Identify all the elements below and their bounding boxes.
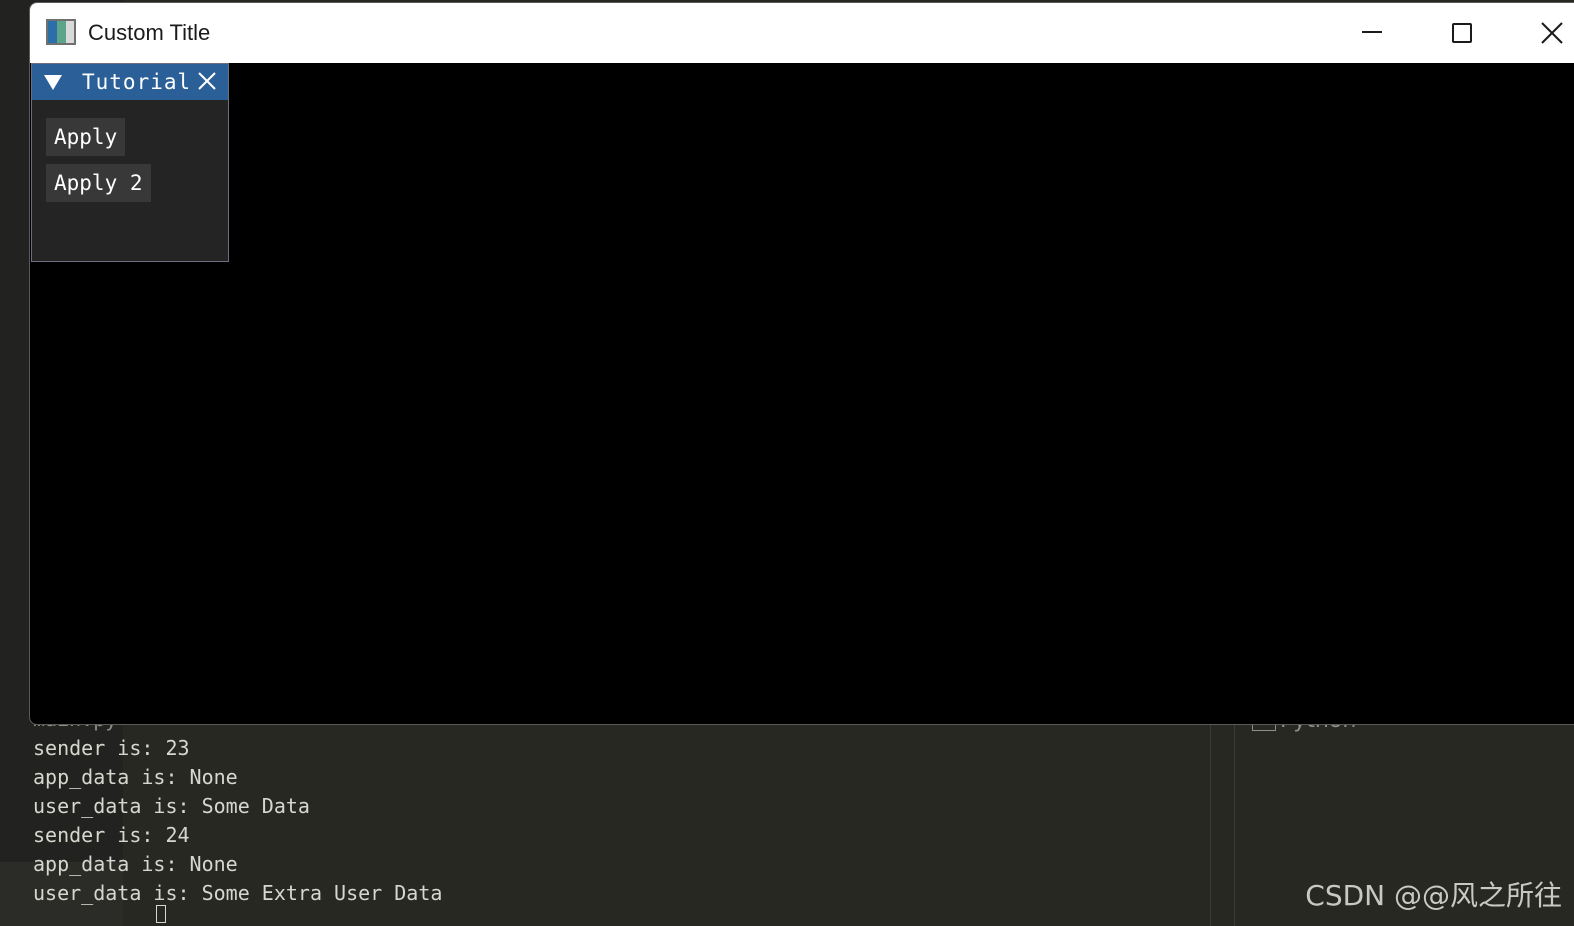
- terminal-line: app_data is: None: [33, 852, 238, 876]
- app-icon: [46, 19, 76, 45]
- tutorial-window: Tutorial Apply Apply 2: [31, 63, 229, 262]
- panel-divider: [1234, 725, 1235, 926]
- terminal-line: user_data is: Some Extra User Data: [33, 881, 443, 905]
- minimize-icon: [1362, 31, 1382, 33]
- tutorial-window-titlebar[interactable]: Tutorial: [32, 64, 228, 100]
- watermark: CSDN @@风之所往: [1305, 879, 1562, 912]
- terminal-cursor: [156, 905, 166, 923]
- window-titlebar[interactable]: Custom Title: [30, 3, 1574, 63]
- maximize-icon: [1452, 23, 1472, 43]
- maximize-button[interactable]: [1417, 3, 1507, 63]
- close-button[interactable]: [1507, 3, 1574, 63]
- minimize-button[interactable]: [1327, 3, 1417, 63]
- close-icon: [1541, 22, 1563, 44]
- app-window: Custom Title Tutorial Apply Apply 2: [29, 2, 1574, 725]
- panel-divider: [1210, 725, 1211, 926]
- terminal-line: sender is: 23: [33, 736, 190, 760]
- terminal-output: main.py sender is: 23 app_data is: None …: [33, 705, 442, 908]
- close-icon[interactable]: [196, 70, 218, 92]
- tutorial-window-title: Tutorial: [82, 70, 188, 94]
- apply-2-button[interactable]: Apply 2: [46, 164, 151, 202]
- window-title: Custom Title: [88, 20, 211, 45]
- collapse-arrow-icon[interactable]: [44, 75, 62, 90]
- terminal-line: user_data is: Some Data: [33, 794, 310, 818]
- terminal-line: sender is: 24: [33, 823, 190, 847]
- apply-button[interactable]: Apply: [46, 118, 126, 156]
- terminal-line: app_data is: None: [33, 765, 238, 789]
